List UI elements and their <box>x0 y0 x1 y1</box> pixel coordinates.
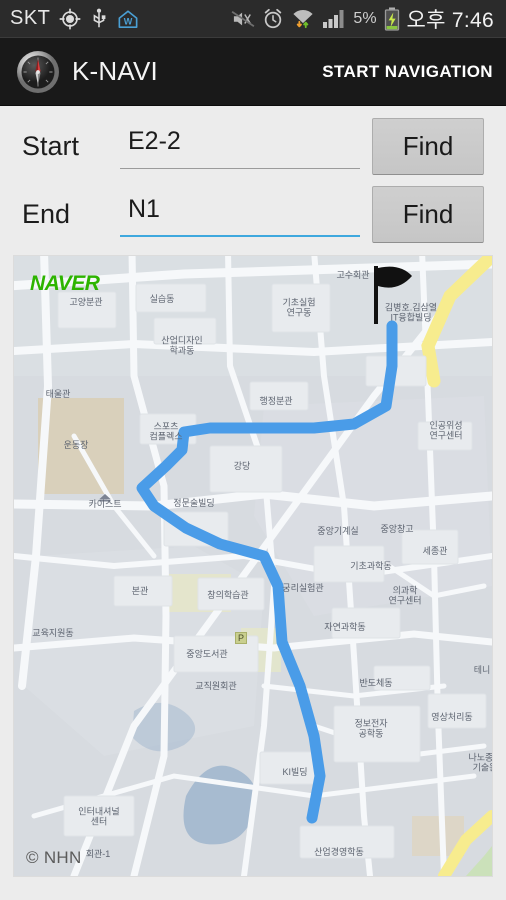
route-form: Start E2-2 Find End N1 Find <box>0 106 506 256</box>
svg-text:W: W <box>124 16 133 26</box>
start-row: Start E2-2 Find <box>0 112 506 180</box>
carrier-label: SKT <box>10 7 51 29</box>
start-input[interactable]: E2-2 <box>120 123 360 169</box>
end-label: End <box>22 198 71 229</box>
app-root: SKT W 5% 오후 7:46 K-NAVI START NAVIGATION… <box>0 0 506 900</box>
parking-icon: P <box>235 632 247 644</box>
end-row: End N1 Find <box>0 180 506 248</box>
end-input-value: N1 <box>128 195 160 223</box>
signal-bars-icon <box>322 9 346 29</box>
nhn-credit: © NHN <box>26 848 82 867</box>
battery-percent-label: 5% <box>353 9 377 27</box>
gps-icon <box>59 7 81 30</box>
map-canvas <box>14 256 492 876</box>
app-title: K-NAVI <box>72 56 158 86</box>
wifi-transfer-icon <box>291 8 315 30</box>
usb-icon <box>90 8 108 30</box>
clock-label: 오후 7:46 <box>406 8 494 32</box>
map-view[interactable]: NAVER © NHN P 고양분관 실습동 기초실험 연구동 고수회관 김병호.김삼열… <box>14 256 492 876</box>
end-input-underline <box>120 235 360 237</box>
android-status-bar: SKT W 5% 오후 7:46 <box>0 0 506 38</box>
compass-icon <box>16 50 60 94</box>
naver-logo: NAVER <box>30 272 100 295</box>
start-find-button[interactable]: Find <box>372 117 484 175</box>
home-w-icon: W <box>117 9 139 29</box>
end-input[interactable]: N1 <box>120 191 360 237</box>
start-input-value: E2-2 <box>128 127 181 155</box>
status-bar-left: SKT W <box>0 7 139 30</box>
status-bar-right: 5% 오후 7:46 <box>231 4 506 34</box>
vibrate-mute-icon <box>231 9 255 29</box>
kaist-marker-icon <box>99 489 111 502</box>
alarm-icon <box>262 8 284 30</box>
end-find-button[interactable]: Find <box>372 185 484 243</box>
start-input-underline <box>120 168 360 169</box>
app-action-bar: K-NAVI START NAVIGATION <box>0 38 506 106</box>
start-label: Start <box>22 130 80 161</box>
start-navigation-button[interactable]: START NAVIGATION <box>322 62 493 82</box>
battery-charging-icon <box>384 7 400 31</box>
